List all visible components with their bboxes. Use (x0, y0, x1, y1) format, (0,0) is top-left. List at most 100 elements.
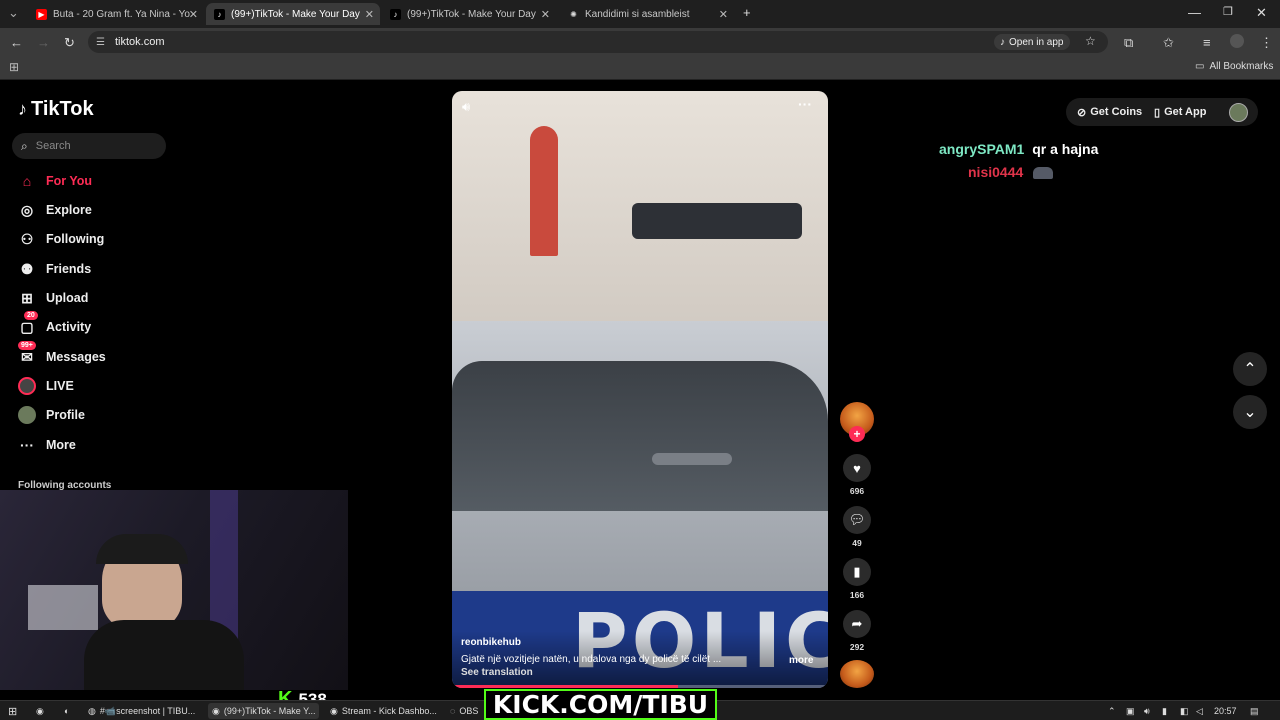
nav-messages[interactable]: ✉ 99+ Messages (18, 341, 106, 366)
close-tab-icon[interactable]: ✕ (365, 8, 374, 21)
chat-emote (1033, 167, 1054, 180)
next-video-button[interactable]: ⌄ (1233, 395, 1267, 429)
upload-icon: ⊞ (21, 289, 33, 306)
speaker-icon[interactable]: ◁ (1196, 703, 1203, 719)
get-coins-button[interactable]: ⊘ Get Coins (1077, 101, 1142, 123)
follow-plus-icon[interactable]: + (849, 426, 865, 442)
door-handle (652, 453, 732, 465)
network-icon[interactable]: ◧ (1180, 703, 1189, 719)
kick-banner-text: KICK.COM/TIBU (492, 690, 709, 719)
notifications-icon[interactable]: ▤ (1250, 703, 1259, 719)
video-player[interactable]: POLIC 🔊︎ ··· reonbikehub Gjatë një vozit… (452, 91, 828, 688)
new-tab-icon[interactable]: + (743, 5, 751, 20)
nav-following[interactable]: ⚇ Following (18, 230, 105, 248)
video-caption: Gjatë një vozitjeje natën, u ndalova nga… (461, 654, 722, 665)
nav-upload[interactable]: ⊞ Upload (18, 289, 88, 307)
url-field[interactable]: ☰ tiktok.com ♪ Open in app ☆ (88, 31, 1108, 53)
tiktok-logo[interactable]: ♪ TikTok (18, 98, 94, 121)
home-icon: ⌂ (22, 173, 32, 189)
nav-for-you[interactable]: ⌂ For You (18, 172, 92, 190)
maximize-icon[interactable]: ❐ (1223, 5, 1233, 18)
site-settings-icon[interactable]: ☰ (96, 37, 105, 48)
all-bookmarks-button[interactable]: ▭ All Bookmarks (1195, 61, 1273, 72)
video-progress-bar[interactable] (452, 685, 828, 688)
see-translation-button[interactable]: See translation (461, 667, 533, 678)
open-in-app-button[interactable]: ♪ Open in app (994, 34, 1070, 50)
music-disc-button[interactable] (840, 660, 874, 688)
close-window-icon[interactable]: ✕ (1256, 5, 1267, 21)
nav-label: Messages (46, 350, 106, 364)
tab-title: Buta - 20 Gram ft. Ya Nina - Yo (53, 8, 190, 20)
share-button[interactable]: ➦ 292 (843, 610, 871, 652)
creator-avatar-button[interactable]: + (840, 402, 874, 442)
nav-explore[interactable]: ◎ Explore (18, 201, 92, 219)
comment-button[interactable]: 💬︎ 49 (843, 506, 871, 548)
tray-chevron-icon[interactable]: ⌃ (1108, 703, 1116, 719)
chat-username: angrySPAM1 (939, 141, 1025, 157)
taskbar-label: OBS (459, 706, 479, 716)
favorites-icon[interactable]: ✩ (1163, 35, 1174, 51)
browser-tab-2[interactable]: ♪ (99+)TikTok - Make Your Day ✕ (206, 3, 380, 25)
tab-search-icon[interactable]: ⌄ (8, 5, 19, 21)
close-tab-icon[interactable]: ✕ (719, 8, 728, 21)
tiktok-icon: ♪ (214, 8, 225, 20)
tab-title: (99+)TikTok - Make Your Day (407, 8, 536, 20)
tray-icon[interactable]: ▣ (1126, 703, 1135, 719)
taskbar-discord[interactable]: ◍ #📹screenshot | TIBU... (88, 703, 195, 719)
nav-live[interactable]: LIVE (18, 377, 74, 395)
browser-tab-3[interactable]: ♪ (99+)TikTok - Make Your Day ✕ (382, 3, 556, 25)
video-author[interactable]: reonbikehub (461, 637, 521, 648)
forward-icon[interactable]: → (37, 35, 50, 50)
search-input[interactable]: ⌕ Search (12, 133, 166, 159)
profile-avatar[interactable] (1230, 34, 1244, 48)
volume-icon[interactable]: 🔊︎ (1144, 703, 1150, 719)
nav-more[interactable]: ··· More (18, 436, 76, 454)
media-icon[interactable]: ≡ (1203, 35, 1211, 50)
tiktok-icon: ♪ (390, 8, 401, 20)
previous-video-button[interactable]: ⌃ (1233, 352, 1267, 386)
discord-icon: ◍ (88, 705, 96, 716)
compass-icon: ◎ (20, 201, 34, 218)
friends-icon: ⚉ (20, 260, 34, 277)
edge-icon[interactable]: ◐ (64, 703, 69, 719)
nav-friends[interactable]: ⚉ Friends (18, 260, 91, 278)
apps-grid-icon[interactable]: ⊞ (9, 60, 19, 74)
nav-label: Explore (46, 203, 92, 217)
video-options-icon[interactable]: ··· (798, 96, 812, 112)
user-avatar[interactable] (1229, 103, 1248, 122)
bookmark-star-icon[interactable]: ☆ (1085, 34, 1096, 48)
chevron-down-icon: ⌄ (1243, 404, 1257, 421)
nav-label: For You (46, 174, 93, 188)
taskbar-tiktok[interactable]: ◉ (99+)TikTok - Make Y... (208, 703, 320, 719)
mic-icon[interactable]: ▮ (1162, 703, 1167, 719)
chat-message: nisi0444 (968, 164, 1054, 180)
close-tab-icon[interactable]: ✕ (189, 8, 198, 21)
back-icon[interactable]: ← (10, 35, 23, 50)
close-tab-icon[interactable]: ✕ (541, 8, 550, 21)
caption-more-button[interactable]: more (789, 655, 813, 666)
chat-message: angrySPAM1 qr a hajna (939, 141, 1098, 157)
copilot-icon[interactable]: ◉ (36, 703, 44, 719)
minimize-icon[interactable]: — (1188, 5, 1201, 20)
browser-menu-icon[interactable]: ⋮ (1260, 35, 1273, 51)
chevron-up-icon: ⌃ (1243, 361, 1257, 378)
save-button[interactable]: ▮ 166 (843, 558, 871, 600)
siren-bar (632, 203, 802, 239)
taskbar-obs[interactable]: ◌ OBS (450, 703, 478, 719)
tab-title: (99+)TikTok - Make Your Day (231, 8, 360, 20)
reload-icon[interactable]: ↻ (64, 35, 75, 51)
like-button[interactable]: ♥ 696 (843, 454, 871, 496)
get-app-button[interactable]: ▯ Get App (1154, 101, 1206, 123)
clock[interactable]: 20:57 (1214, 703, 1237, 719)
volume-icon[interactable]: 🔊︎ (462, 99, 470, 115)
live-icon (18, 377, 36, 395)
browser-tab-4[interactable]: ✺ Kandidimi si asambleist ✕ (560, 3, 734, 25)
nav-profile[interactable]: Profile (18, 406, 85, 424)
nav-activity[interactable]: ▢ 20 Activity (18, 311, 91, 336)
extensions-icon[interactable]: ⧉ (1124, 35, 1133, 51)
browser-tab-1[interactable]: ▶ Buta - 20 Gram ft. Ya Nina - Yo ✕ (28, 3, 204, 25)
start-icon[interactable]: ⊞ (8, 703, 17, 719)
notification-badge: 20 (24, 311, 38, 320)
taskbar-kick[interactable]: ◉ Stream - Kick Dashbo... (330, 703, 437, 719)
desk-shelf (28, 585, 98, 630)
